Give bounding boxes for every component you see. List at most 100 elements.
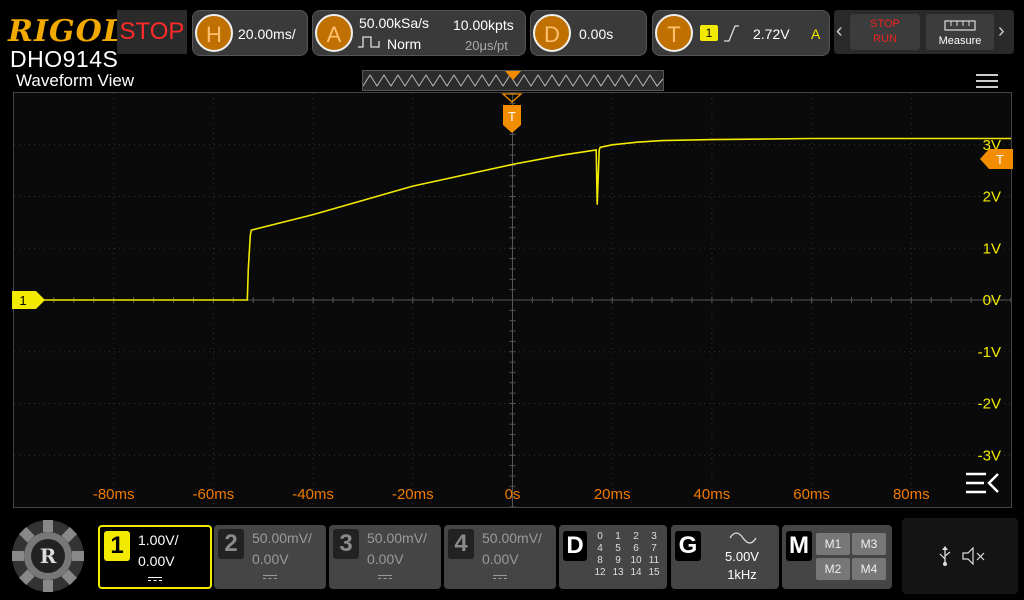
waveform-point bbox=[661, 140, 663, 142]
x-tick-label: 80ms bbox=[893, 486, 930, 503]
generator-box[interactable]: G 5.00V 1kHz bbox=[671, 525, 779, 589]
channel-3-scale: 50.00mV/ bbox=[367, 530, 427, 546]
digital-row: 12 13 14 15 bbox=[591, 567, 663, 579]
digital-channel-label: 12 bbox=[594, 567, 606, 578]
channel-3-dc-coupling-icon bbox=[329, 575, 441, 579]
generator-amplitude: 5.00V bbox=[725, 549, 759, 564]
channel-1-offset: 0.00V bbox=[138, 553, 175, 569]
waveform-point bbox=[250, 229, 252, 231]
acquire-mode: Norm bbox=[387, 36, 422, 52]
digital-channel-label: 1 bbox=[615, 531, 621, 542]
generator-letter: G bbox=[675, 531, 701, 561]
brand-logo: RIGOL bbox=[8, 14, 125, 49]
home-gear-icon[interactable]: R bbox=[8, 516, 88, 596]
stop-run-button[interactable]: STOP RUN bbox=[850, 14, 920, 50]
menu-icon[interactable] bbox=[974, 72, 1000, 90]
x-tick-label: 0s bbox=[505, 486, 521, 503]
collapse-menu-icon[interactable] bbox=[964, 470, 1000, 496]
x-tick-label: 60ms bbox=[793, 486, 830, 503]
delay-settings[interactable]: D 0.00s bbox=[530, 10, 647, 56]
y-tick-label: 2V bbox=[983, 189, 1001, 206]
trigger-mode-flag: A bbox=[811, 26, 821, 42]
digital-channel-label: 9 bbox=[615, 555, 621, 566]
channel-1-box[interactable]: 1 1.00V/ 0.00V bbox=[98, 525, 212, 589]
x-tick-label: 40ms bbox=[694, 486, 731, 503]
math-m2-button[interactable]: M2 bbox=[816, 558, 850, 580]
sample-rate: 50.00kSa/s bbox=[359, 15, 430, 31]
waveform-point bbox=[636, 141, 638, 143]
digital-row: 8 9 10 11 bbox=[591, 555, 663, 567]
math-m4-button[interactable]: M4 bbox=[852, 558, 886, 580]
top-toolbar: RIGOL DHO914S STOP H 20.00ms/ A 50.00kSa… bbox=[0, 0, 1024, 72]
waveform-point bbox=[312, 214, 314, 216]
trigger-marker-label: T bbox=[508, 109, 516, 124]
sine-wave-icon bbox=[729, 532, 757, 544]
trigger-position-marker[interactable]: T bbox=[501, 92, 523, 134]
trig-level-marker-label: T bbox=[996, 152, 1004, 167]
time-per-point: 20μs/pt bbox=[465, 38, 508, 53]
digital-row: 0 1 2 3 bbox=[591, 531, 663, 543]
x-tick-label: 20ms bbox=[594, 486, 631, 503]
channel-2-scale: 50.00mV/ bbox=[252, 530, 312, 546]
channel-3-box[interactable]: 3 50.00mV/ 0.00V bbox=[329, 525, 441, 589]
memory-depth: 10.00kpts bbox=[453, 17, 514, 33]
digital-row: 4 5 6 7 bbox=[591, 543, 663, 555]
digital-channel-label: 13 bbox=[612, 567, 624, 578]
overview-trigger-marker-icon bbox=[505, 71, 521, 80]
digital-letter: D bbox=[563, 531, 587, 561]
waveform-point bbox=[246, 299, 248, 301]
waveform-point bbox=[596, 203, 598, 205]
channel-2-dc-coupling-icon bbox=[214, 575, 326, 579]
horizontal-settings[interactable]: H 20.00ms/ bbox=[192, 10, 308, 56]
digital-channels-box[interactable]: D 0 1 2 3 4 5 6 7 8 9 10 11 12 13 14 15 bbox=[559, 525, 667, 589]
math-m1-button[interactable]: M1 bbox=[816, 533, 850, 555]
rising-edge-icon bbox=[724, 25, 739, 42]
chevron-right-icon[interactable]: › bbox=[998, 20, 1005, 43]
waveform-point bbox=[611, 144, 613, 146]
trigger-settings[interactable]: T 1 2.72V A bbox=[652, 10, 830, 56]
channel-2-box[interactable]: 2 50.00mV/ 0.00V bbox=[214, 525, 326, 589]
channel-4-number: 4 bbox=[448, 529, 474, 559]
math-m3-button[interactable]: M3 bbox=[852, 533, 886, 555]
speaker-mute-icon[interactable] bbox=[962, 547, 988, 565]
ruler-icon bbox=[944, 20, 976, 31]
trigger-level-marker[interactable]: T bbox=[980, 148, 1014, 170]
y-tick-label: -3V bbox=[978, 447, 1001, 464]
math-box[interactable]: M M1 M3 M2 M4 bbox=[782, 525, 892, 589]
horizontal-letter-icon: H bbox=[195, 14, 233, 52]
digital-channel-label: 8 bbox=[597, 555, 603, 566]
waveform-overview-bar[interactable] bbox=[362, 70, 664, 91]
waveform-screen[interactable]: 3V 2V 1V 0V -1V -2V -3V -80ms -60ms -40ms -20ms 0s 2… bbox=[13, 92, 1012, 508]
channel-4-dc-coupling-icon bbox=[444, 575, 556, 579]
view-title: Waveform View bbox=[16, 71, 135, 90]
y-tick-label: 0V bbox=[983, 292, 1001, 309]
measure-button[interactable]: Measure bbox=[926, 14, 994, 50]
channel-4-box[interactable]: 4 50.00mV/ 0.00V bbox=[444, 525, 556, 589]
math-letter: M bbox=[786, 531, 812, 561]
channel-3-number: 3 bbox=[333, 529, 359, 559]
x-tick-label: -20ms bbox=[392, 486, 434, 503]
acquire-letter-icon: A bbox=[315, 14, 353, 52]
digital-channel-label: 10 bbox=[630, 555, 642, 566]
channel-4-offset: 0.00V bbox=[482, 551, 519, 567]
waveform-point bbox=[599, 146, 601, 148]
digital-channel-label: 0 bbox=[597, 531, 603, 542]
digital-channel-grid: 0 1 2 3 4 5 6 7 8 9 10 11 12 13 14 15 bbox=[591, 531, 663, 579]
acquire-settings[interactable]: A 50.00kSa/s Norm 10.00kpts 20μs/pt bbox=[312, 10, 526, 56]
x-tick-label: -80ms bbox=[93, 486, 135, 503]
channel-4-scale: 50.00mV/ bbox=[482, 530, 542, 546]
ch1-offset-marker[interactable]: 1 bbox=[12, 290, 46, 310]
channel-2-number: 2 bbox=[218, 529, 244, 559]
waveform-point bbox=[249, 234, 251, 236]
waveform-point bbox=[910, 137, 912, 140]
chevron-left-icon[interactable]: ‹ bbox=[836, 20, 843, 43]
trigger-letter-icon: T bbox=[655, 14, 693, 52]
digital-channel-label: 11 bbox=[648, 555, 660, 566]
status-area bbox=[902, 518, 1018, 594]
pulse-icon bbox=[358, 36, 380, 48]
waveform-point bbox=[595, 149, 597, 151]
waveform-point bbox=[247, 268, 249, 270]
run-state-indicator[interactable]: STOP bbox=[117, 10, 187, 54]
generator-frequency: 1kHz bbox=[727, 567, 757, 582]
channel-1-dc-coupling-icon bbox=[100, 577, 210, 587]
